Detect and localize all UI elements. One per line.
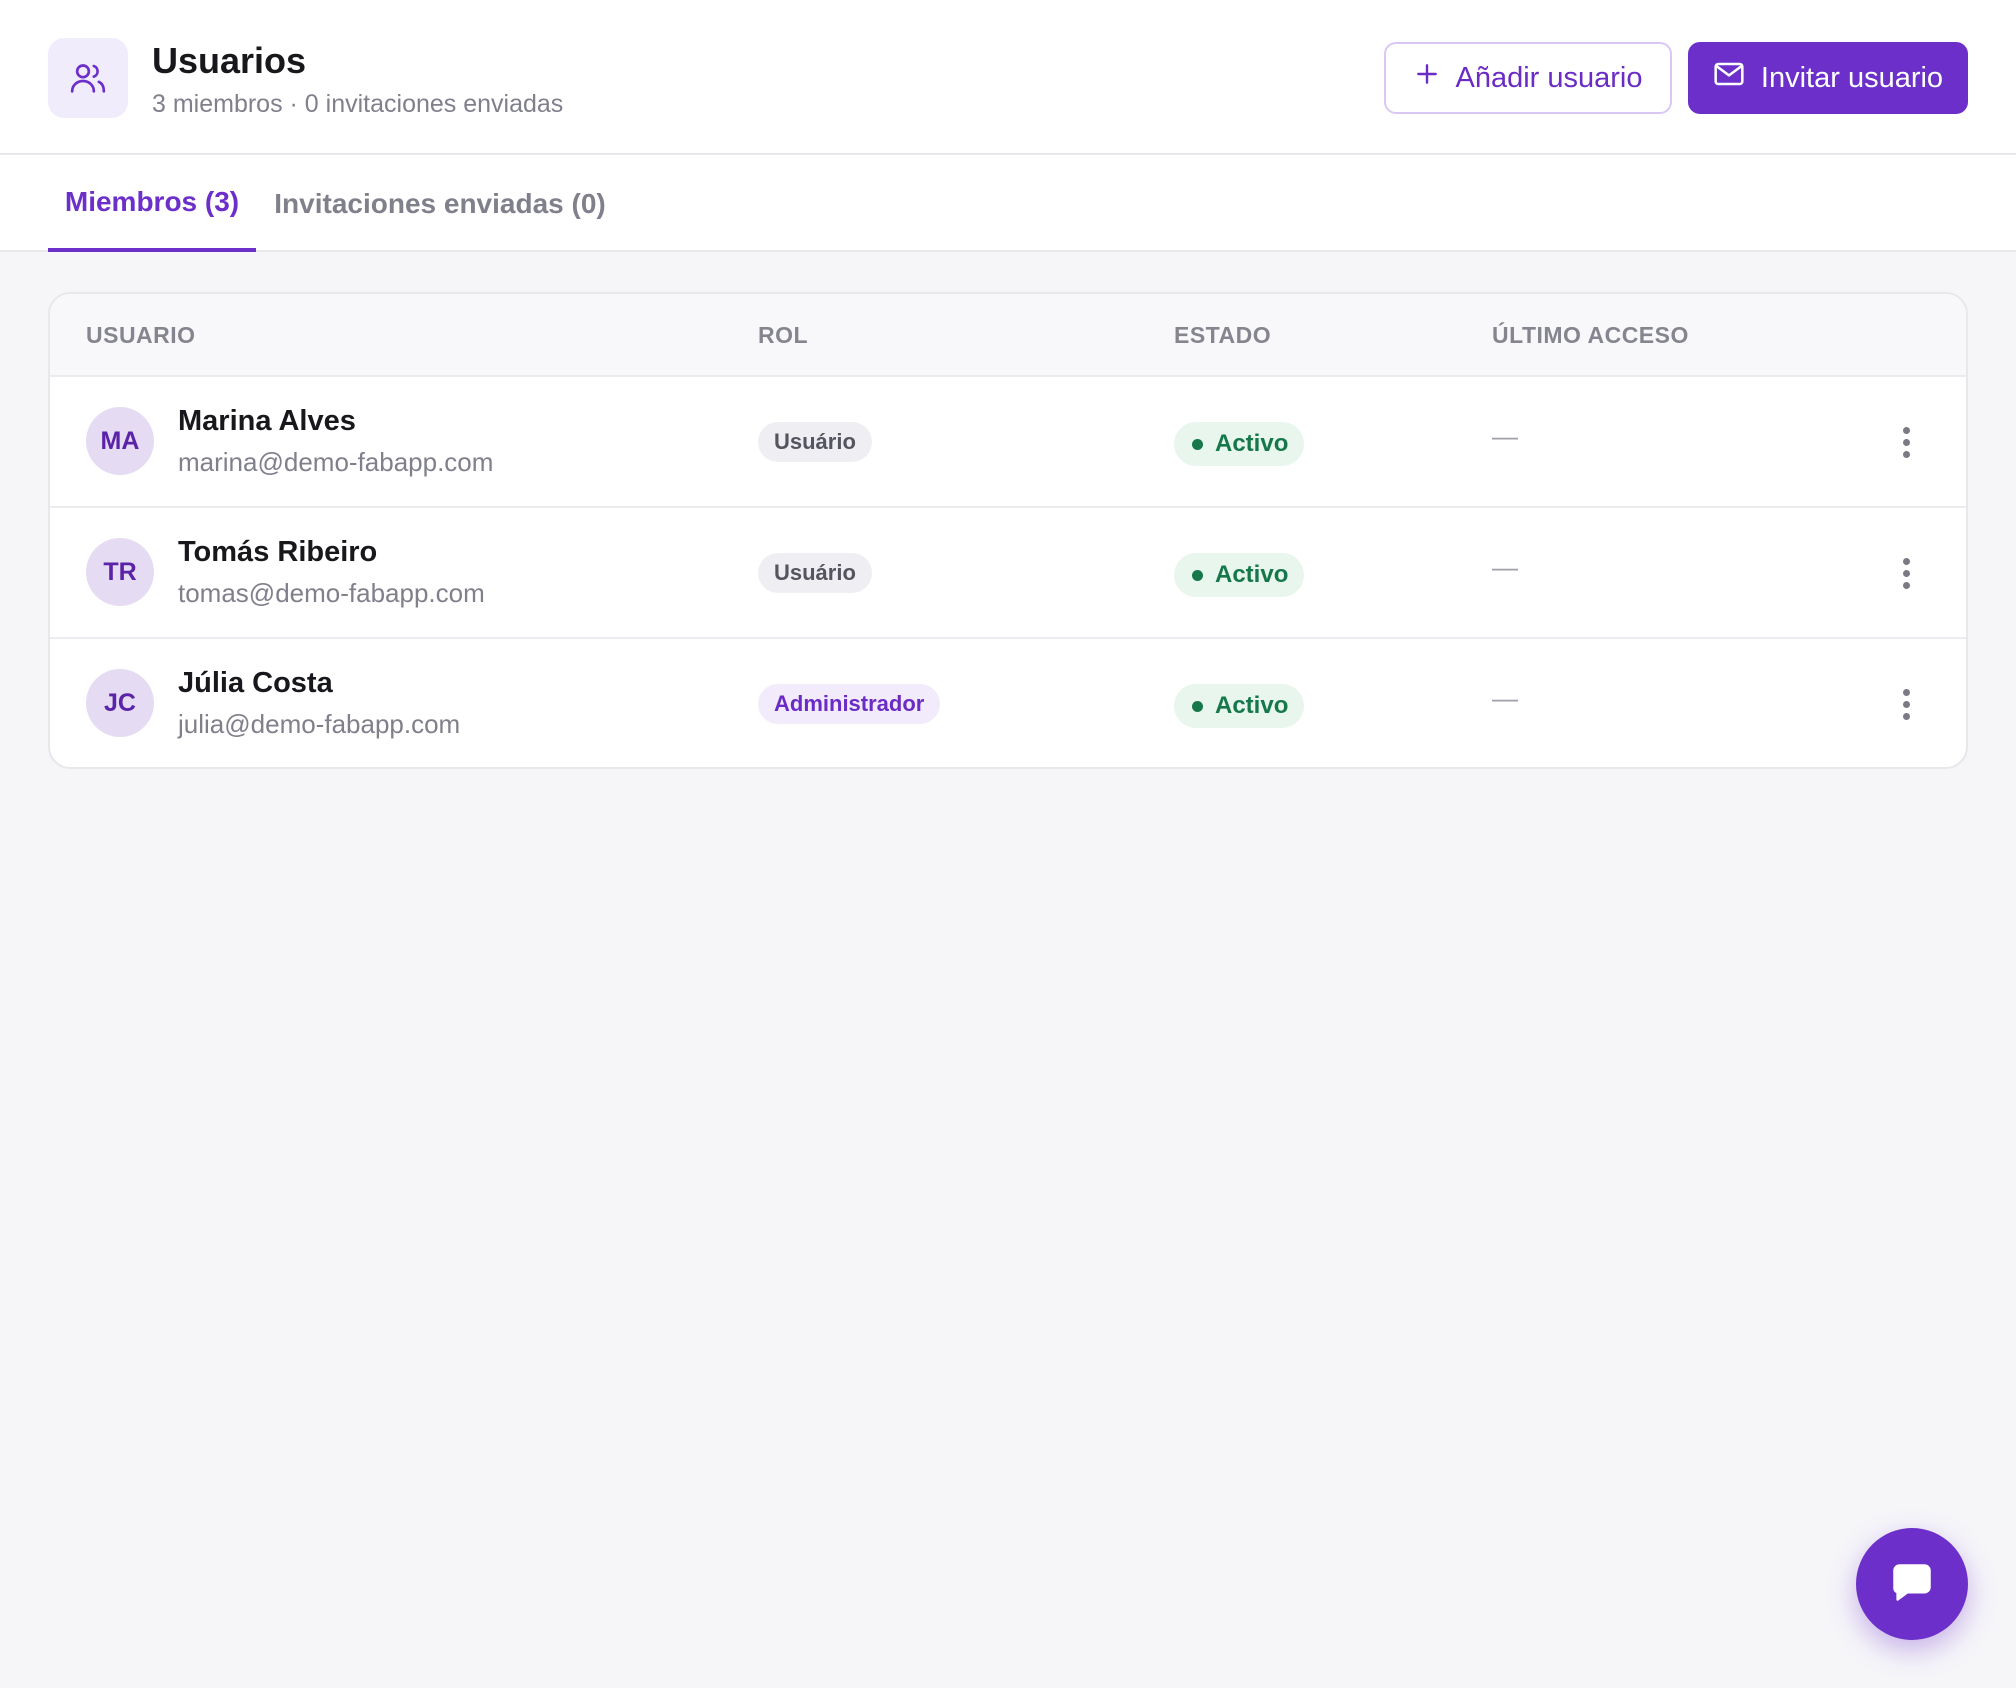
role-badge: Administrador [758,684,941,724]
tab-invitations[interactable]: Invitaciones enviadas (0) [272,155,608,252]
table-row: JC Júlia Costa julia@demo-fabapp.com Adm… [50,639,1966,767]
table-row: TR Tomás Ribeiro tomas@demo-fabapp.com U… [50,508,1966,639]
invite-user-label: Invitar usuario [1760,61,1944,94]
user-email: marina@demo-fabapp.com [178,447,494,477]
avatar: MA [86,407,154,475]
user-name: Júlia Costa [178,667,333,699]
chat-bubble-icon [1887,1557,1937,1612]
status-badge: Activo [1174,553,1304,597]
status-label: Activo [1215,692,1289,719]
page-title: Usuarios [152,40,307,81]
chat-button[interactable] [1856,1528,1968,1640]
last-access: — [1492,683,1518,713]
last-access: — [1492,421,1518,451]
more-vertical-icon[interactable] [1890,548,1922,598]
invite-user-button[interactable]: Invitar usuario [1688,42,1968,114]
page-header: Usuarios 3 miembros · 0 invitaciones env… [0,0,2016,155]
user-email: tomas@demo-fabapp.com [178,578,485,608]
role-badge: Usuário [758,422,872,462]
avatar: JC [86,669,154,737]
status-dot-icon [1192,700,1203,712]
column-header-user: USUARIO [86,322,196,348]
column-header-role: ROL [758,322,809,348]
tab-bar: Miembros (3) Invitaciones enviadas (0) [0,155,2016,252]
more-vertical-icon[interactable] [1890,417,1922,467]
user-name: Tomás Ribeiro [178,536,378,568]
status-dot-icon [1192,569,1203,581]
users-table: USUARIO ROL ESTADO ÚLTIMO ACCESO MA Mari… [48,292,1968,769]
add-user-button[interactable]: Añadir usuario [1384,42,1672,114]
status-badge: Activo [1174,422,1304,466]
column-header-status: ESTADO [1174,322,1272,348]
tab-members[interactable]: Miembros (3) [48,155,256,252]
add-user-label: Añadir usuario [1455,61,1643,94]
status-dot-icon [1192,438,1203,450]
user-email: julia@demo-fabapp.com [178,709,461,739]
status-label: Activo [1215,430,1289,457]
plus-icon [1414,61,1440,95]
last-access: — [1492,552,1518,582]
role-badge: Usuário [758,553,872,593]
table-header: USUARIO ROL ESTADO ÚLTIMO ACCESO [50,294,1966,377]
users-icon [48,38,128,118]
user-name: Marina Alves [178,405,356,437]
column-header-last-access: ÚLTIMO ACCESO [1492,322,1689,348]
mail-icon [1713,60,1745,96]
avatar: TR [86,538,154,606]
page-subtitle: 3 miembros · 0 invitaciones enviadas [152,90,564,118]
table-row: MA Marina Alves marina@demo-fabapp.com U… [50,377,1966,508]
status-label: Activo [1215,561,1289,588]
more-vertical-icon[interactable] [1890,679,1922,729]
status-badge: Activo [1174,684,1304,728]
